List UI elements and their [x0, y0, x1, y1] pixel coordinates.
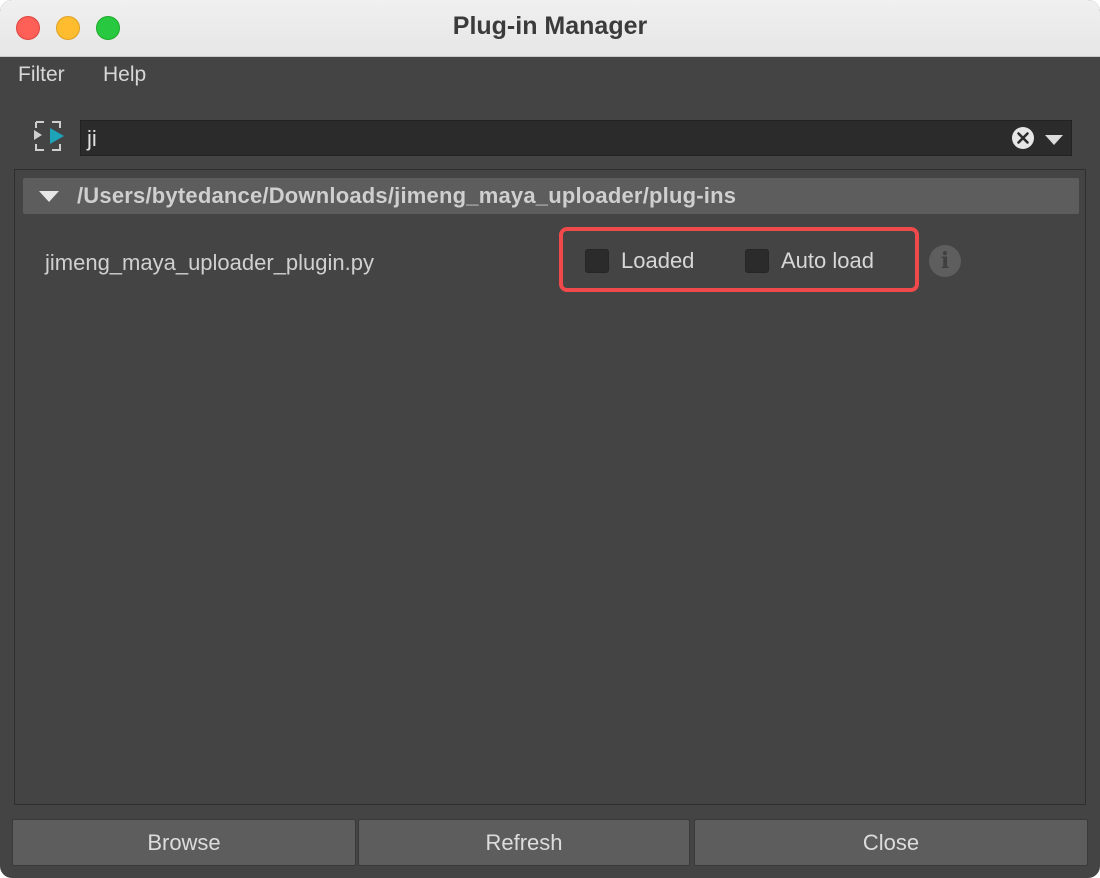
loaded-checkbox[interactable] — [585, 249, 609, 273]
browse-button[interactable]: Browse — [12, 819, 356, 866]
close-button[interactable]: Close — [694, 819, 1088, 866]
search-input[interactable]: ji — [80, 120, 1072, 156]
loaded-label: Loaded — [621, 248, 695, 273]
menu-bar: Filter Help — [0, 57, 1100, 95]
plugin-name: jimeng_maya_uploader_plugin.py — [45, 250, 375, 275]
plugin-list-panel: /Users/bytedance/Downloads/jimeng_maya_u… — [14, 169, 1086, 805]
menu-filter[interactable]: Filter — [18, 63, 65, 87]
autoload-checkbox[interactable] — [745, 249, 769, 273]
window-title: Plug-in Manager — [452, 12, 648, 40]
chevron-down-icon[interactable] — [1045, 135, 1063, 145]
autoload-label: Auto load — [781, 248, 874, 273]
plugin-group-header[interactable]: /Users/bytedance/Downloads/jimeng_maya_u… — [23, 178, 1079, 214]
menu-help[interactable]: Help — [103, 63, 146, 87]
plugin-manager-window: Plug-in Manager Filter Help ji /Users/by… — [0, 0, 1100, 878]
refresh-button[interactable]: Refresh — [358, 819, 690, 866]
filter-icon[interactable] — [30, 118, 66, 154]
clear-icon[interactable] — [1011, 126, 1035, 150]
title-bar: Plug-in Manager — [0, 0, 1100, 57]
expand-triangle-icon[interactable] — [39, 191, 59, 202]
info-icon[interactable]: i — [929, 245, 961, 277]
plugin-group-path: /Users/bytedance/Downloads/jimeng_maya_u… — [77, 183, 737, 208]
search-input-value: ji — [87, 126, 97, 151]
